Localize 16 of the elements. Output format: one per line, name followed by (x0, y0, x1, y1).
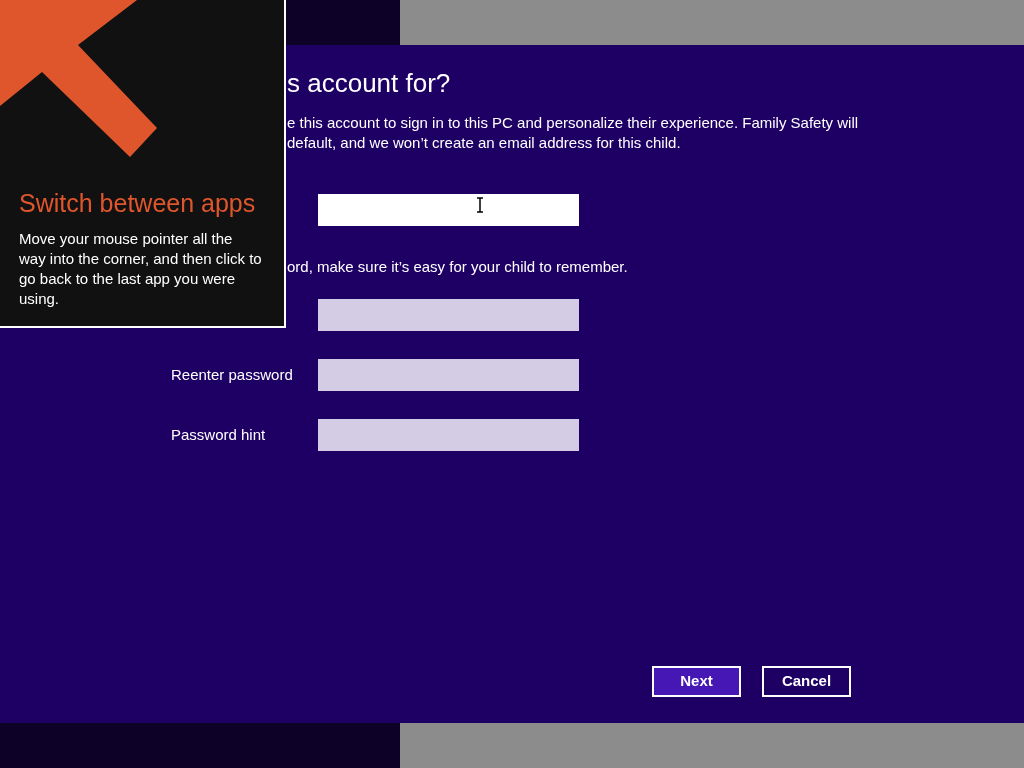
input-field[interactable] (318, 359, 579, 391)
tip-title: Switch between apps (19, 188, 257, 219)
field-label: Password hint (171, 426, 266, 443)
field-label: Reenter password (171, 366, 293, 383)
description-text: default, and we won’t create an email address for this child. (287, 133, 682, 153)
text-cursor-icon (476, 197, 484, 213)
password-note: ord, make sure it’s easy for your child to remember. (287, 258, 628, 275)
dialog-title: s account for? (287, 68, 451, 98)
description-text: e this account to sign in to this PC and personalize their experience. Family Safety will (287, 113, 860, 133)
arrow-icon (0, 0, 160, 160)
cancel-button[interactable]: Cancel (762, 666, 851, 697)
input-field[interactable] (318, 194, 579, 226)
next-button[interactable]: Next (652, 666, 741, 697)
input-field[interactable] (318, 299, 579, 331)
tip-text: Move your mouse pointer all the way into the corner, and then click to go back to the last app you were using. (19, 229, 262, 309)
input-field[interactable] (318, 419, 579, 451)
